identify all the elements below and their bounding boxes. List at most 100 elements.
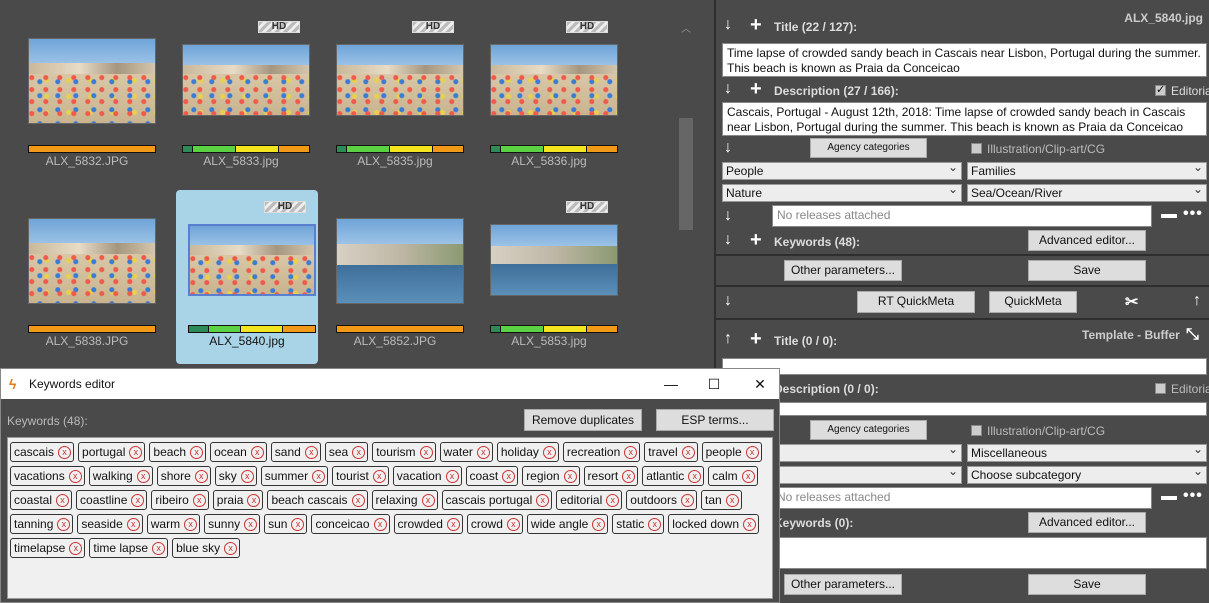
remove-keyword-icon[interactable]: x [351, 493, 365, 507]
keyword-tag[interactable]: cascais portugal x [441, 490, 553, 510]
keyword-tag[interactable]: region x [522, 466, 580, 486]
remove-keyword-icon[interactable]: x [312, 469, 326, 483]
plus-icon[interactable]: + [750, 78, 762, 101]
remove-keyword-icon[interactable]: x [506, 517, 520, 531]
keyword-tag[interactable]: wide angle x [526, 514, 609, 534]
keyword-tag[interactable]: coastal x [10, 490, 73, 510]
template-keywords-field[interactable] [772, 537, 1207, 569]
thumbnail-item[interactable]: HD ALX_5836.jpg [478, 0, 620, 174]
remove-keyword-icon[interactable]: x [592, 517, 606, 531]
remove-keyword-icon[interactable]: x [446, 517, 460, 531]
keywords-list[interactable]: cascais x portugal x beach x ocean x sand x sea x to… [7, 437, 773, 599]
thumbnail-item[interactable]: HD ALX_5840.jpg [176, 190, 318, 364]
template-advanced-editor-button[interactable]: Advanced editor... [1028, 512, 1146, 533]
keyword-tag[interactable]: relaxing x [371, 490, 438, 510]
keyword-tag[interactable]: calm x [708, 466, 758, 486]
remove-keyword-icon[interactable]: x [126, 517, 140, 531]
remove-keyword-icon[interactable]: x [190, 445, 204, 459]
keyword-tag[interactable]: atlantic x [642, 466, 705, 486]
remove-keyword-icon[interactable]: x [56, 493, 70, 507]
arrow-down-icon[interactable]: ↓ [724, 231, 732, 249]
thumbnail-image[interactable] [490, 44, 618, 116]
keyword-tag[interactable]: static x [612, 514, 665, 534]
keyword-tag[interactable]: shore x [156, 466, 211, 486]
remove-keyword-icon[interactable]: x [250, 445, 264, 459]
maximize-icon[interactable]: ☐ [691, 372, 737, 396]
template-description-field[interactable] [722, 402, 1207, 416]
thumbnail-image[interactable] [336, 44, 464, 116]
keyword-tag[interactable]: sun x [264, 514, 308, 534]
remove-keyword-icon[interactable]: x [445, 469, 459, 483]
keyword-tag[interactable]: resort x [583, 466, 639, 486]
thumbnail-image[interactable] [490, 224, 618, 296]
remove-keyword-icon[interactable]: x [622, 469, 636, 483]
remove-keyword-icon[interactable]: x [152, 541, 166, 555]
remove-keyword-icon[interactable]: x [542, 445, 556, 459]
arrow-down-icon[interactable]: ↓ [724, 139, 732, 157]
remove-keyword-icon[interactable]: x [502, 469, 516, 483]
minus-icon[interactable] [1161, 496, 1177, 500]
editorial-checkbox[interactable] [1155, 83, 1166, 96]
keyword-tag[interactable]: crowd x [466, 514, 523, 534]
remove-keyword-icon[interactable]: x [192, 493, 206, 507]
keyword-tag[interactable]: walking x [88, 466, 153, 486]
remove-keyword-icon[interactable]: x [725, 493, 739, 507]
keyword-tag[interactable]: coastline x [76, 490, 148, 510]
remove-keyword-icon[interactable]: x [131, 493, 145, 507]
remove-keyword-icon[interactable]: x [624, 445, 638, 459]
scroll-up-icon[interactable]: ︿ [678, 22, 694, 38]
keyword-tag[interactable]: holiday x [496, 442, 559, 462]
template-category-2-select[interactable]: Miscellaneous [967, 441, 1207, 462]
gallery-scrollbar[interactable]: ︿ [678, 22, 694, 422]
category-2-select[interactable]: Families [967, 159, 1207, 180]
remove-keyword-icon[interactable]: x [69, 541, 83, 555]
remove-keyword-icon[interactable]: x [419, 445, 433, 459]
remove-keyword-icon[interactable]: x [741, 469, 755, 483]
more-icon[interactable]: ••• [1183, 205, 1203, 223]
title-field[interactable]: Time lapse of crowded sandy beach in Cas… [722, 43, 1207, 77]
arrow-down-icon[interactable]: ↓ [724, 80, 732, 98]
remove-keyword-icon[interactable]: x [476, 445, 490, 459]
remove-keyword-icon[interactable]: x [373, 517, 387, 531]
keyword-tag[interactable]: outdoors x [626, 490, 697, 510]
arrow-down-icon[interactable]: ↓ [724, 207, 732, 225]
remove-duplicates-button[interactable]: Remove duplicates [524, 409, 642, 431]
keyword-tag[interactable]: beach cascais x [267, 490, 368, 510]
remove-keyword-icon[interactable]: x [184, 517, 198, 531]
remove-keyword-icon[interactable]: x [136, 469, 150, 483]
remove-keyword-icon[interactable]: x [247, 493, 261, 507]
template-illustration-checkbox[interactable] [971, 425, 982, 436]
thumbnail-item[interactable]: HD ALX_5833.jpg [170, 0, 312, 174]
remove-keyword-icon[interactable]: x [240, 469, 254, 483]
thumbnail-image[interactable] [188, 224, 316, 296]
remove-keyword-icon[interactable]: x [58, 445, 72, 459]
remove-keyword-icon[interactable]: x [606, 493, 620, 507]
thumbnail-item[interactable]: ALX_5852.JPG [324, 180, 466, 354]
thumbnail-item[interactable]: HD ALX_5835.jpg [324, 0, 466, 174]
rt-quickmeta-button[interactable]: RT QuickMeta [857, 291, 975, 313]
thumbnail-image[interactable] [336, 218, 464, 304]
remove-keyword-icon[interactable]: x [68, 469, 82, 483]
scrollbar-thumb[interactable] [679, 118, 693, 230]
keyword-tag[interactable]: recreation x [562, 442, 641, 462]
minimize-icon[interactable]: — [648, 372, 694, 396]
remove-keyword-icon[interactable]: x [372, 469, 386, 483]
category-1-select[interactable]: People [722, 159, 962, 180]
keyword-tag[interactable]: beach x [149, 442, 207, 462]
plus-icon[interactable]: + [750, 328, 762, 351]
template-other-parameters-button[interactable]: Other parameters... [784, 574, 902, 595]
keyword-tag[interactable]: blue sky x [172, 538, 241, 558]
quickmeta-button[interactable]: QuickMeta [989, 291, 1077, 313]
keyword-tag[interactable]: sand x [270, 442, 321, 462]
thumbnail-image[interactable] [28, 38, 156, 124]
keyword-tag[interactable]: timelapse x [10, 538, 86, 558]
keyword-tag[interactable]: travel x [644, 442, 698, 462]
arrow-down-icon[interactable]: ↓ [724, 292, 732, 310]
thumbnail-item[interactable]: ALX_5838.JPG [16, 180, 158, 354]
remove-keyword-icon[interactable]: x [352, 445, 366, 459]
more-icon[interactable]: ••• [1183, 487, 1203, 505]
arrow-up-icon[interactable]: ↑ [724, 330, 732, 348]
keyword-tag[interactable]: water x [439, 442, 493, 462]
keyword-tag[interactable]: summer x [260, 466, 329, 486]
template-editorial-checkbox[interactable] [1155, 383, 1166, 394]
